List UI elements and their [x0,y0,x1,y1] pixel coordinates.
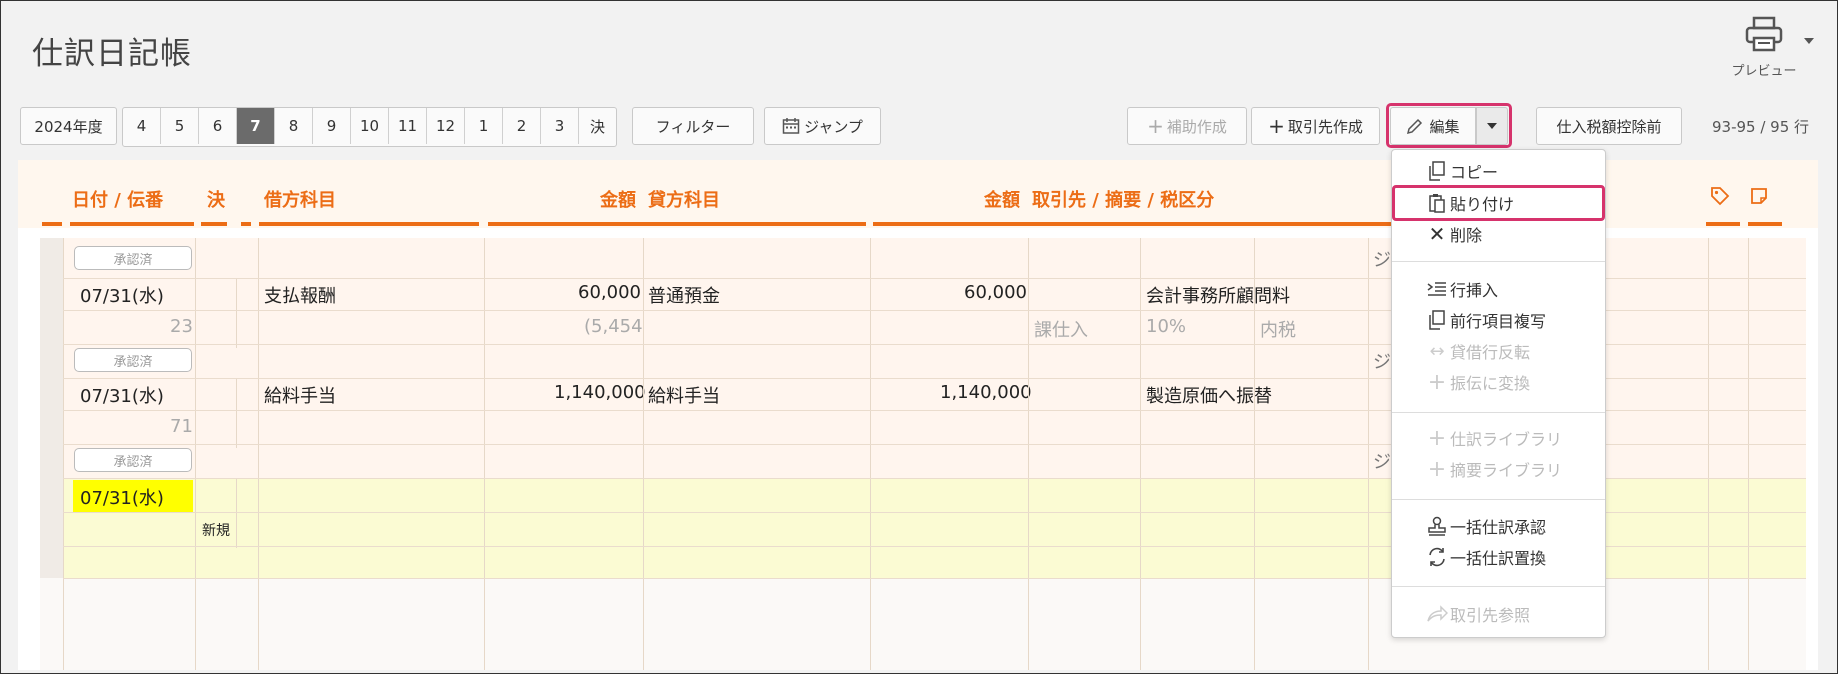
month-button-9[interactable]: 1 [465,108,503,144]
date-cell[interactable]: 07/31(水) [80,282,164,308]
header-settle[interactable]: 決 [207,186,225,212]
edit-dropdown-menu: コピー 貼り付け ✕ 削除 行挿入 前行項目複写 ↔ 貸借行反転 + 振伝に変換… [1391,149,1606,638]
partner-create-label: 取引先作成 [1287,117,1363,136]
approved-badge[interactable]: 承認済 [74,448,192,472]
stamp-icon [1424,516,1450,536]
new-row-label: 新規 [202,523,230,539]
left-gutter [40,238,63,578]
credit-amount-cell[interactable]: 60,000 [964,282,1027,303]
menu-item-bulk-replace[interactable]: 一括仕訳置換 [1392,543,1605,571]
debit-tax-cell: (5,454 [584,316,643,337]
note-icon[interactable] [1750,187,1768,205]
month-button-6[interactable]: 10 [351,108,389,144]
plus-icon: + [1427,456,1447,482]
month-button-5[interactable]: 9 [313,108,351,144]
fiscal-year-button[interactable]: 2024年度 [20,107,117,145]
filter-button[interactable]: フィルター [632,107,754,145]
share-icon [1424,605,1450,623]
month-button-11[interactable]: 3 [541,108,579,144]
menu-item-copy[interactable]: コピー [1392,157,1605,185]
month-button-2[interactable]: 6 [199,108,237,144]
print-preview-button[interactable]: プレビュー [1724,16,1804,79]
debit-account-cell[interactable]: 支払報酬 [264,282,336,308]
month-button-8[interactable]: 12 [427,108,465,144]
plus-icon: + [1268,114,1285,138]
page-title: 仕訳日記帳 [32,36,192,72]
voucher-number-cell[interactable]: 23 [170,316,193,337]
copy-icon [1424,161,1450,181]
date-cell[interactable]: 07/31(水) [80,484,164,510]
overflow-text: ジ [1373,250,1391,271]
close-icon: ✕ [1428,222,1446,246]
printer-icon [1745,16,1783,52]
overflow-text: ジ [1373,452,1391,473]
menu-item-insert-row[interactable]: 行挿入 [1392,275,1605,303]
memo-cell[interactable]: 会計事務所顧問料 [1146,282,1290,308]
menu-item-bulk-approve[interactable]: 一括仕訳承認 [1392,512,1605,540]
refresh-icon [1424,546,1450,568]
copy-icon [1424,310,1450,330]
month-button-3[interactable]: 7 [237,108,275,144]
credit-account-cell[interactable]: 給料手当 [648,382,720,408]
menu-item-swap: ↔ 貸借行反転 [1392,337,1605,365]
approved-badge[interactable]: 承認済 [74,348,192,372]
menu-item-convert-transfer: + 振伝に変換 [1392,368,1605,396]
tax-mode-cell[interactable]: 内税 [1260,316,1296,342]
menu-item-delete[interactable]: ✕ 削除 [1392,220,1605,248]
header-credit-account[interactable]: 貸方科目 [648,186,720,212]
date-cell[interactable]: 07/31(水) [80,382,164,408]
menu-item-journal-library: + 仕訳ライブラリ [1392,424,1605,452]
insert-row-icon [1424,281,1450,297]
month-button-10[interactable]: 2 [503,108,541,144]
tax-class-cell[interactable]: 課仕入 [1034,316,1088,342]
aux-create-button[interactable]: + 補助作成 [1127,107,1247,145]
plus-icon: + [1427,425,1447,451]
partner-create-button[interactable]: + 取引先作成 [1251,107,1380,145]
print-preview-label: プレビュー [1731,64,1797,79]
header-credit-amount[interactable]: 金額 [984,186,1020,212]
calendar-icon [782,118,800,134]
chevron-down-icon[interactable] [1804,38,1814,44]
month-button-12[interactable]: 決 [579,108,616,144]
month-button-0[interactable]: 4 [123,108,161,144]
plus-icon: + [1147,114,1164,138]
debit-account-cell[interactable]: 給料手当 [264,382,336,408]
header-date[interactable]: 日付 / 伝番 [72,186,163,212]
header-partner[interactable]: 取引先 / 摘要 / 税区分 [1032,186,1214,212]
edit-highlight [1386,103,1512,148]
jump-button[interactable]: ジャンプ [764,107,881,145]
tag-icon[interactable] [1710,186,1730,206]
overflow-text: ジ [1373,352,1391,373]
header-debit-account[interactable]: 借方科目 [264,186,336,212]
month-button-1[interactable]: 5 [161,108,199,144]
paste-highlight [1392,185,1605,221]
debit-amount-cell[interactable]: 1,140,000 [554,382,646,403]
swap-icon: ↔ [1429,340,1445,362]
credit-amount-cell[interactable]: 1,140,000 [940,382,1032,403]
menu-item-copy-previous[interactable]: 前行項目複写 [1392,306,1605,334]
aux-create-label: 補助作成 [1166,117,1227,136]
menu-item-partner-reference: 取引先参照 [1392,600,1605,628]
row-count: 93-95 / 95 行 [1712,118,1810,136]
month-selector: 4 5 6 7 8 9 10 11 12 1 2 3 決 [122,107,617,147]
menu-item-memo-library: + 摘要ライブラリ [1392,455,1605,483]
tax-rate-cell[interactable]: 10% [1146,316,1186,337]
voucher-number-cell[interactable]: 71 [170,416,193,437]
tax-deduction-button[interactable]: 仕入税額控除前 [1536,107,1682,145]
debit-amount-cell[interactable]: 60,000 [578,282,641,303]
header-debit-amount[interactable]: 金額 [600,186,636,212]
approved-badge[interactable]: 承認済 [74,246,192,270]
plus-icon: + [1427,369,1447,395]
month-button-4[interactable]: 8 [275,108,313,144]
jump-label: ジャンプ [804,117,863,136]
month-button-7[interactable]: 11 [389,108,427,144]
credit-account-cell[interactable]: 普通預金 [648,282,720,308]
